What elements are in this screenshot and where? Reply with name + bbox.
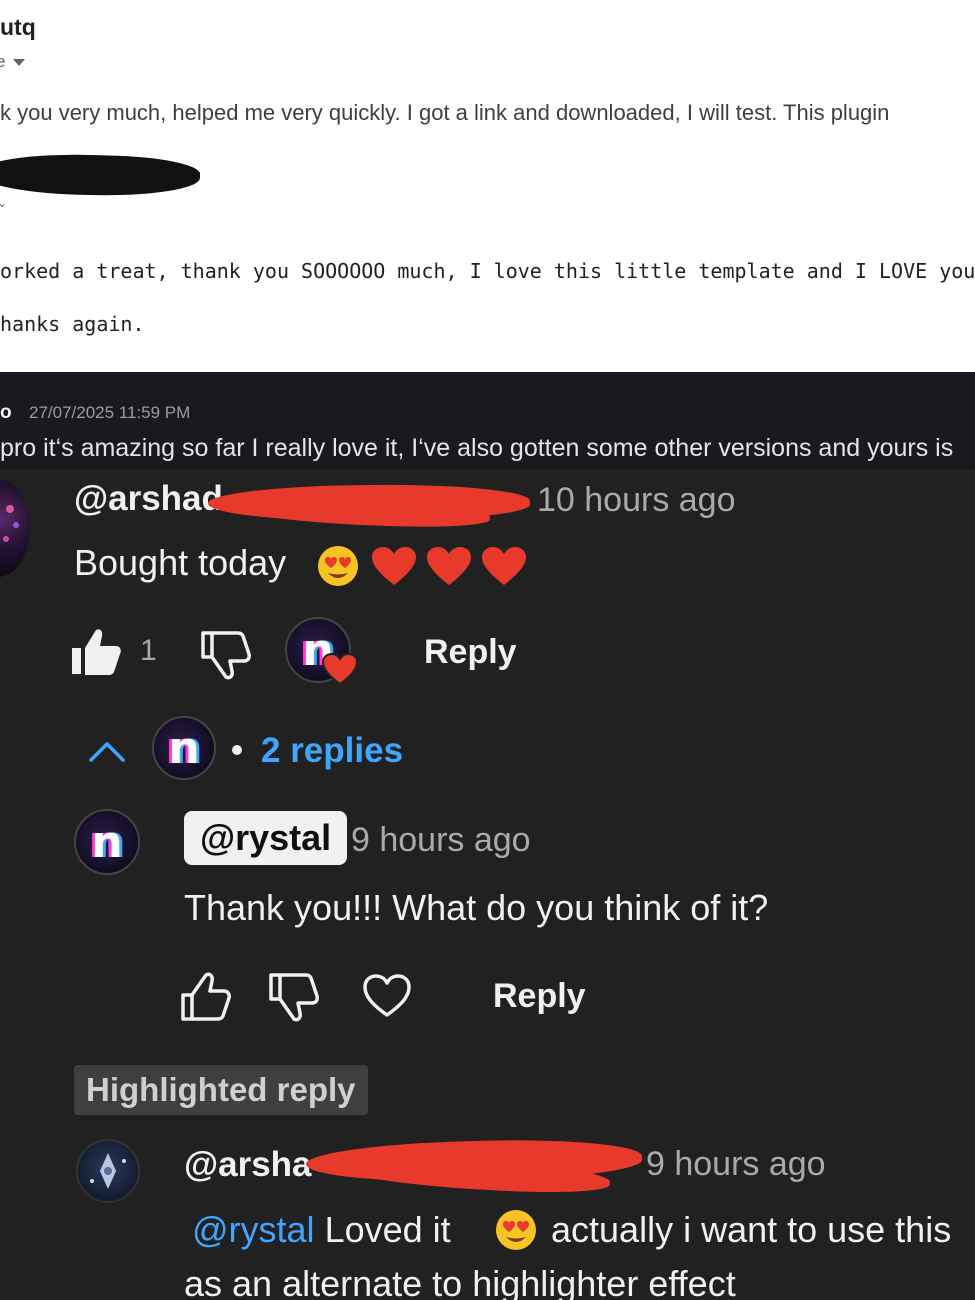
comment-timestamp[interactable]: 10 hours ago	[537, 481, 736, 520]
reply-button[interactable]: Reply	[493, 977, 586, 1016]
thumbs-up-filled-icon[interactable]	[70, 626, 122, 678]
email-message-text: k you very much, helped me very quickly.…	[0, 100, 890, 125]
reply-text-line: @rystal Loved it	[192, 1209, 451, 1251]
reply-avatar[interactable]: n	[74, 809, 140, 875]
creator-avatar: n	[152, 716, 216, 780]
email-reply-line: hanks again.	[0, 312, 145, 336]
email-reply-line: orked a treat, thank you SOOOOOO much, I…	[0, 259, 975, 283]
reply-text-part: actually i want to use this	[551, 1209, 952, 1250]
email-sender-name: utq	[0, 14, 36, 40]
replies-toggle[interactable]: n 2 replies	[88, 716, 438, 785]
heart-eyes-emoji-icon	[496, 1210, 536, 1250]
reply-handle[interactable]: @arsha	[184, 1145, 312, 1185]
commenter-avatar[interactable]	[0, 479, 30, 577]
chevron-up-icon	[89, 742, 125, 762]
heart-outline-icon[interactable]	[362, 973, 412, 1019]
like-count: 1	[140, 634, 157, 667]
reply-timestamp[interactable]: 9 hours ago	[646, 1145, 826, 1184]
thumbs-down-icon[interactable]	[268, 971, 320, 1023]
youtube-comment-thread: @arshad 10 hours ago Bought today 1 n Re…	[0, 469, 975, 1300]
mention-link[interactable]: @rystal	[192, 1209, 315, 1250]
reply-text: Thank you!!! What do you think of it?	[184, 887, 769, 928]
avatar-art-icon	[3, 505, 19, 542]
comment-handle[interactable]: @arshad	[74, 479, 223, 519]
reply-avatar[interactable]	[76, 1139, 140, 1203]
reply-timestamp[interactable]: 9 hours ago	[351, 821, 531, 860]
creator-handle-badge[interactable]: @rystal	[184, 811, 348, 865]
email-screenshot: utq e k you very much, helped me very qu…	[0, 0, 975, 372]
heart-emoji-icon	[372, 547, 416, 585]
email-recipient-label: e	[0, 52, 6, 71]
thumbs-down-icon[interactable]	[200, 629, 252, 681]
discord-username[interactable]: o	[0, 402, 12, 424]
replies-count-label[interactable]: 2 replies	[261, 731, 403, 771]
redaction-mark	[20, 160, 195, 182]
reply-text-part: as an alternate to highlighter effect	[184, 1263, 736, 1300]
highlighted-reply-badge: Highlighted reply	[74, 1065, 368, 1115]
small-caret-icon: ⌄	[0, 196, 8, 210]
separator-dot	[232, 745, 242, 755]
discord-timestamp: 27/07/2025 11:59 PM	[29, 403, 191, 422]
reply-text-part: Loved it	[324, 1209, 451, 1250]
ornament-avatar-icon	[90, 1153, 126, 1189]
discord-message-text: pro it‘s amazing so far I really love it…	[0, 434, 954, 462]
thumbs-up-icon[interactable]	[180, 971, 232, 1023]
creator-heart-icon	[322, 653, 358, 686]
discord-message: o 27/07/2025 11:59 PM pro it‘s amazing s…	[0, 372, 975, 469]
email-recipient-toggle[interactable]: e	[0, 52, 26, 72]
heart-eyes-emoji-icon	[318, 546, 358, 586]
reply-button[interactable]: Reply	[424, 633, 517, 672]
heart-emoji-icon	[427, 547, 471, 585]
heart-emoji-icon	[482, 547, 526, 585]
comment-text: Bought today	[74, 542, 287, 583]
dropdown-caret-icon[interactable]	[13, 59, 26, 67]
